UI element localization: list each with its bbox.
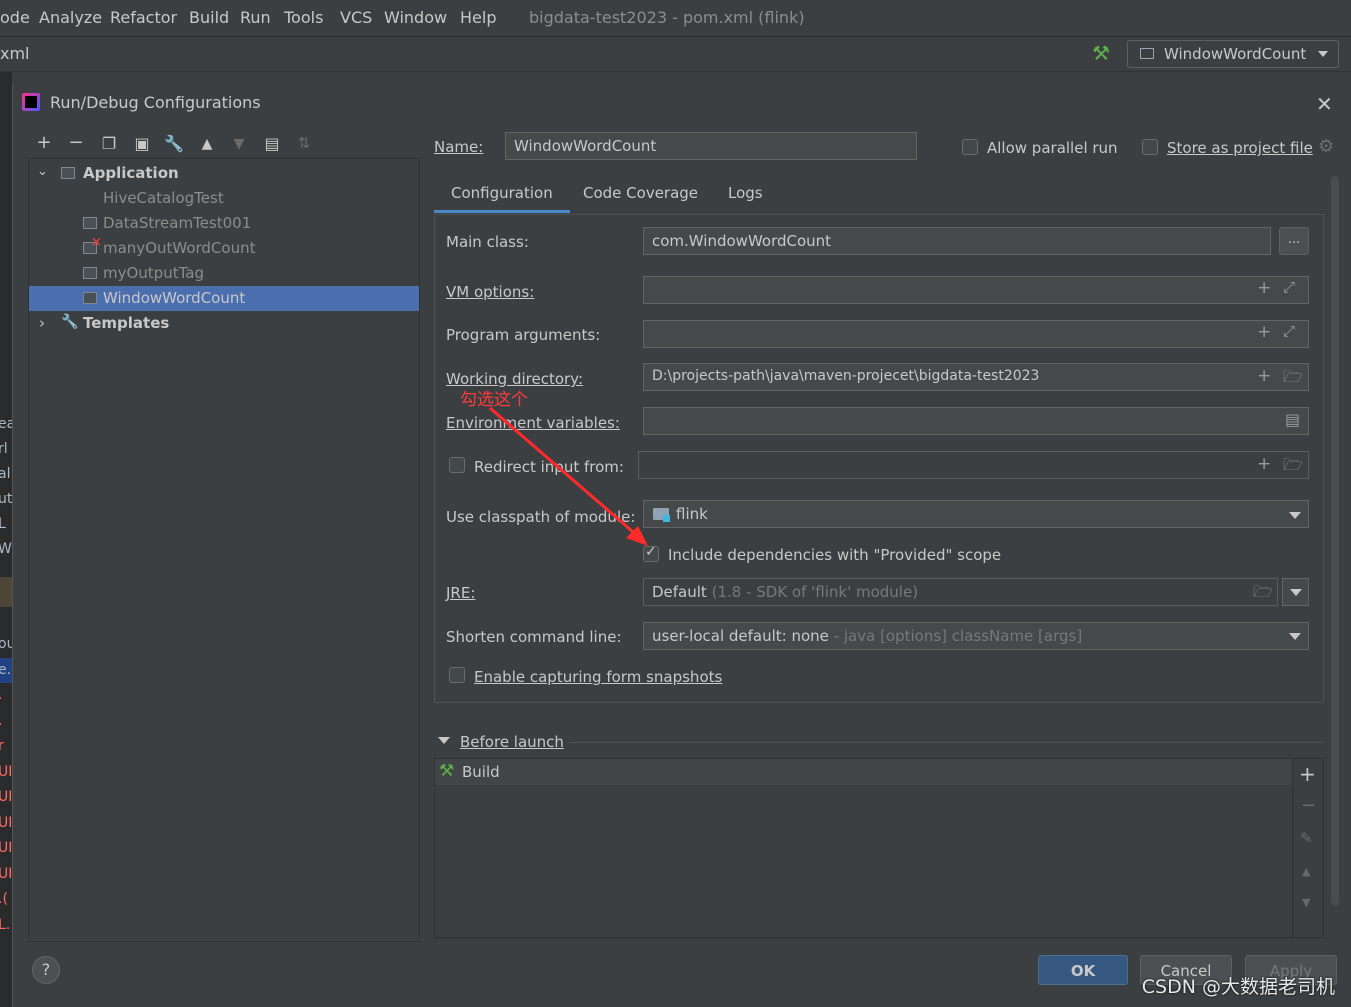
watermark: CSDN @大数据老司机: [1141, 976, 1335, 998]
annotation-arrow: [489, 406, 648, 546]
